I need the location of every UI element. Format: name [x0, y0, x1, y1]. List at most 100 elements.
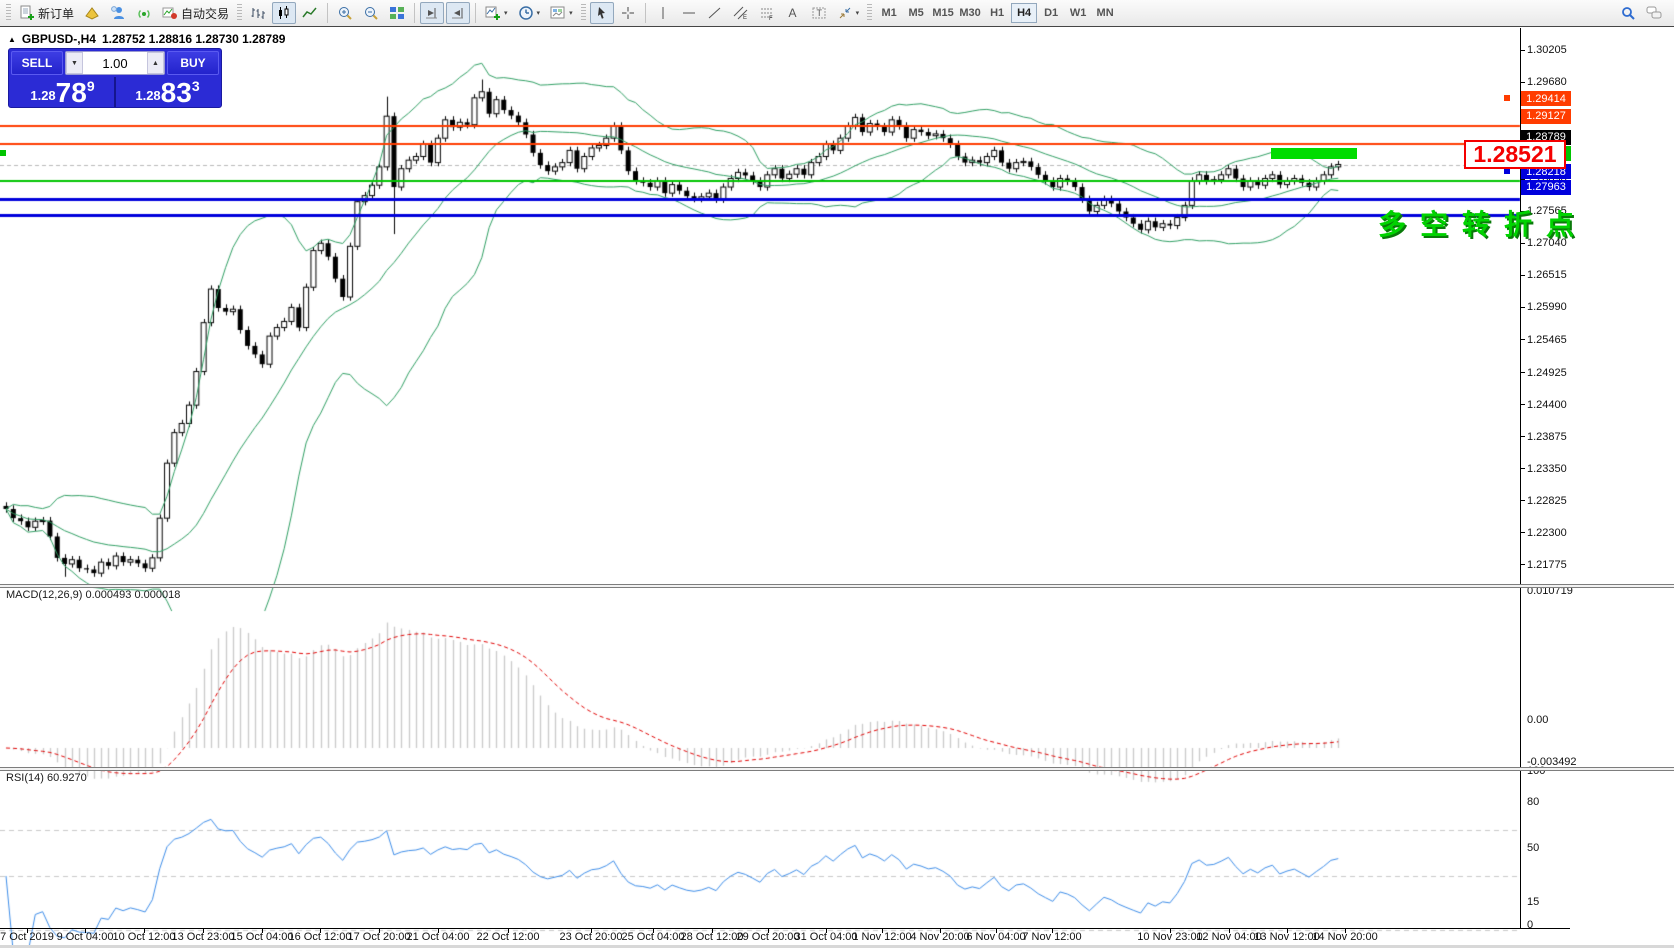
auto-scroll-button[interactable]	[420, 2, 444, 24]
zoom-out-button[interactable]	[359, 2, 383, 24]
candlestick-chart-icon	[276, 5, 292, 21]
price-tick-mark	[1520, 372, 1525, 373]
price-tick-mark	[1520, 404, 1525, 405]
symbol-info-line: ▲ GBPUSD-,H4 1.28752 1.28816 1.28730 1.2…	[8, 32, 285, 46]
profile-icon	[110, 5, 126, 21]
rsi-pane-separator[interactable]	[0, 767, 1674, 771]
fibonacci-button[interactable]: F	[755, 2, 779, 24]
bar-chart-button[interactable]	[246, 2, 270, 24]
timeframe-button-m1[interactable]: M1	[876, 3, 902, 23]
price-callout-box[interactable]: 1.28521	[1464, 140, 1566, 169]
chart-canvas[interactable]	[0, 28, 1674, 948]
line-chart-button[interactable]	[298, 2, 322, 24]
toolbar-grip[interactable]	[6, 4, 11, 22]
timeframe-button-w1[interactable]: W1	[1065, 3, 1091, 23]
buy-price-point: 3	[192, 78, 200, 94]
profile-button[interactable]	[106, 2, 130, 24]
text-button[interactable]: A	[781, 2, 805, 24]
candlestick-chart-button[interactable]	[272, 2, 296, 24]
crosshair-button[interactable]	[616, 2, 640, 24]
line-selection-handle[interactable]	[1504, 168, 1510, 174]
toolbar-grip[interactable]	[867, 4, 872, 22]
buy-price-pips: 83	[161, 80, 192, 106]
hline-price-label[interactable]: 1.29127	[1521, 109, 1571, 124]
rsi-axis-label: 15	[1527, 896, 1539, 908]
volume-stepper: ▼ 1.00 ▲	[65, 51, 165, 75]
timeframe-button-m15[interactable]: M15	[930, 3, 956, 23]
chat-icon[interactable]	[1646, 5, 1662, 21]
annotation-text[interactable]: 多空转折点	[1378, 203, 1588, 243]
price-tick-mark	[1520, 500, 1525, 501]
price-tick-label: 1.25465	[1527, 334, 1567, 346]
signal-button[interactable]	[132, 2, 156, 24]
sell-button[interactable]: SELL	[11, 51, 63, 75]
arrows-dropdown-caret[interactable]: ▾	[856, 9, 860, 17]
horizontal-line-button[interactable]	[677, 2, 701, 24]
volume-increase-button[interactable]: ▲	[147, 52, 164, 74]
hline-price-label[interactable]: 1.29414	[1521, 91, 1571, 106]
indicators-dropdown-caret[interactable]: ▾	[504, 9, 508, 17]
price-tick-label: 1.30205	[1527, 44, 1567, 56]
bar-chart-icon	[250, 5, 266, 21]
macd-signal-value: 0.000018	[134, 589, 180, 601]
chart-shift-button[interactable]	[446, 2, 470, 24]
toolbar-grip[interactable]	[581, 4, 586, 22]
macd-name: MACD(12,26,9)	[6, 589, 82, 601]
timeframe-group: M1M5M15M30H1H4D1W1MN	[876, 3, 1118, 23]
search-icon[interactable]	[1620, 5, 1636, 21]
tile-windows-button[interactable]	[385, 2, 409, 24]
mt4-window: 新订单 自动交易	[0, 0, 1674, 948]
line-selection-handle[interactable]	[1504, 95, 1510, 101]
auto-trading-icon	[162, 5, 178, 21]
cursor-button[interactable]	[590, 2, 614, 24]
collapse-panel-icon[interactable]: ▲	[8, 35, 16, 44]
macd-label: MACD(12,26,9) 0.000493 0.000018	[6, 589, 180, 601]
templates-dropdown-caret[interactable]: ▾	[569, 9, 573, 17]
rsi-axis-label: 0	[1527, 919, 1533, 931]
text-label-button[interactable]: T	[807, 2, 831, 24]
zoom-in-button[interactable]	[333, 2, 357, 24]
sell-price-point: 9	[87, 78, 95, 94]
new-order-button[interactable]: 新订单	[15, 2, 78, 24]
indicators-button[interactable]: ▾	[481, 2, 512, 24]
macd-pane-separator[interactable]	[0, 584, 1674, 588]
vertical-line-button[interactable]	[651, 2, 675, 24]
toolbar: 新订单 自动交易	[0, 0, 1674, 27]
volume-decrease-button[interactable]: ▼	[66, 52, 83, 74]
price-tick-mark	[1520, 532, 1525, 533]
price-tick-label: 1.23875	[1527, 431, 1567, 443]
buy-button[interactable]: BUY	[167, 51, 219, 75]
timeframe-button-m30[interactable]: M30	[957, 3, 983, 23]
price-tick-mark	[1520, 307, 1525, 308]
highlight-rectangle[interactable]	[1271, 148, 1357, 159]
toolbar-grip[interactable]	[237, 4, 242, 22]
equidistant-channel-button[interactable]: E	[729, 2, 753, 24]
trendline-button[interactable]	[703, 2, 727, 24]
timeframe-button-h1[interactable]: H1	[984, 3, 1010, 23]
timeframe-button-mn[interactable]: MN	[1092, 3, 1118, 23]
price-tick-label: 1.22300	[1527, 527, 1567, 539]
templates-button[interactable]: ▾	[546, 2, 577, 24]
timeframe-button-h4[interactable]: H4	[1011, 3, 1037, 23]
sell-price-display[interactable]: 1.28789	[11, 77, 114, 107]
volume-input[interactable]: 1.00	[83, 52, 147, 74]
auto-trading-button[interactable]: 自动交易	[158, 2, 233, 24]
price-tick-label: 1.29680	[1527, 76, 1567, 88]
line-selection-handle[interactable]	[0, 150, 6, 156]
timeframe-button-d1[interactable]: D1	[1038, 3, 1064, 23]
buy-price-display[interactable]: 1.28833	[116, 77, 219, 107]
price-tick-label: 1.24400	[1527, 399, 1567, 411]
hline-price-label[interactable]: 1.27963	[1521, 180, 1571, 195]
toolbar-separator	[645, 3, 646, 23]
periods-dropdown-caret[interactable]: ▾	[537, 9, 541, 17]
toolbar-separator	[414, 3, 415, 23]
chart-shift-icon	[450, 5, 466, 21]
metaeditor-button[interactable]	[80, 2, 104, 24]
timeframe-button-m5[interactable]: M5	[903, 3, 929, 23]
price-tick-label: 1.21775	[1527, 559, 1567, 571]
macd-axis-label: 0.00	[1527, 714, 1548, 726]
trendline-icon	[707, 5, 723, 21]
time-axis-line	[0, 928, 1570, 929]
arrows-button[interactable]: ▾	[833, 2, 864, 24]
periods-button[interactable]: ▾	[514, 2, 545, 24]
